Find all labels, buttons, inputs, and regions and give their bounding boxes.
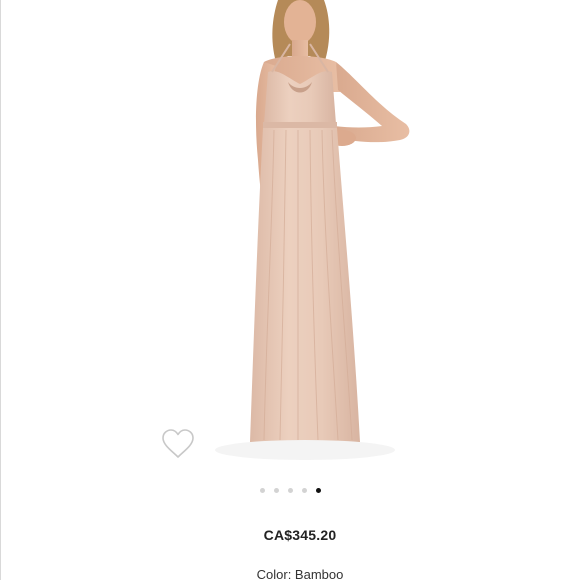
heart-outline-icon[interactable] bbox=[160, 428, 196, 460]
carousel-dot-3[interactable] bbox=[288, 488, 293, 493]
image-carousel-dots bbox=[0, 488, 580, 493]
product-image[interactable] bbox=[160, 0, 420, 470]
product-price: CA$345.20 bbox=[0, 527, 580, 543]
carousel-dot-5-active[interactable] bbox=[316, 488, 321, 493]
left-border bbox=[0, 0, 1, 580]
carousel-dot-4[interactable] bbox=[302, 488, 307, 493]
carousel-dot-1[interactable] bbox=[260, 488, 265, 493]
carousel-dot-2[interactable] bbox=[274, 488, 279, 493]
